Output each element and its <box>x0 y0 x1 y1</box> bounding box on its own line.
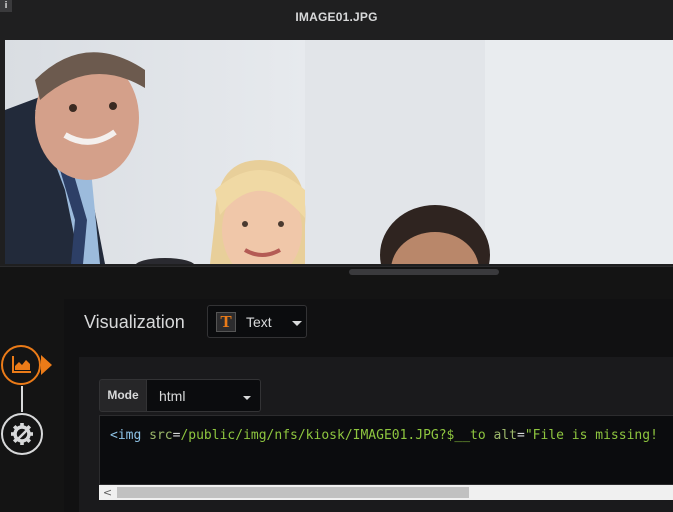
image-panel: i IMAGE01.JPG <box>0 0 673 267</box>
code-src-value: /public/img/nfs/kiosk/IMAGE01.JPG?$__to <box>180 428 486 443</box>
mode-select-value: html <box>159 388 186 404</box>
code-alt-value: "File is missing! <box>524 428 658 443</box>
area-chart-icon <box>12 356 31 373</box>
chevron-down-icon <box>243 396 251 400</box>
visualization-picker-label: Text <box>246 314 272 330</box>
visualization-heading: Visualization <box>84 312 185 332</box>
scrollbar-thumb[interactable] <box>117 487 469 498</box>
mode-label: Mode <box>99 379 147 412</box>
rail-active-arrow <box>41 355 52 375</box>
rail-general-button[interactable] <box>1 413 43 455</box>
content-code-editor[interactable]: <img src=/public/img/nfs/kiosk/IMAGE01.J… <box>99 415 673 485</box>
panel-resize-handle[interactable] <box>349 269 499 275</box>
visualization-picker[interactable]: T Text <box>207 305 307 338</box>
panel-title[interactable]: IMAGE01.JPG <box>0 10 673 24</box>
code-attr-alt: alt <box>493 428 518 443</box>
rail-connector <box>21 386 23 412</box>
options-group: Mode html <img src=/public/img/nfs/kiosk… <box>79 357 673 512</box>
photo-business-team <box>5 40 673 264</box>
scroll-left-icon[interactable]: < <box>99 485 116 500</box>
text-panel-icon: T <box>216 312 236 332</box>
rail-visualization-button[interactable] <box>1 345 41 385</box>
panel-image <box>5 40 673 264</box>
code-attr-src: src <box>149 428 173 443</box>
gear-icon <box>11 423 33 445</box>
mode-select[interactable]: html <box>147 379 261 412</box>
code-tag: <img <box>110 428 142 443</box>
code-line: <img src=/public/img/nfs/kiosk/IMAGE01.J… <box>110 428 658 443</box>
visualization-editor: Visualization T Text Mode html <img src=… <box>64 299 673 512</box>
horizontal-scrollbar[interactable]: < <box>99 485 673 500</box>
chevron-down-icon <box>292 321 302 326</box>
